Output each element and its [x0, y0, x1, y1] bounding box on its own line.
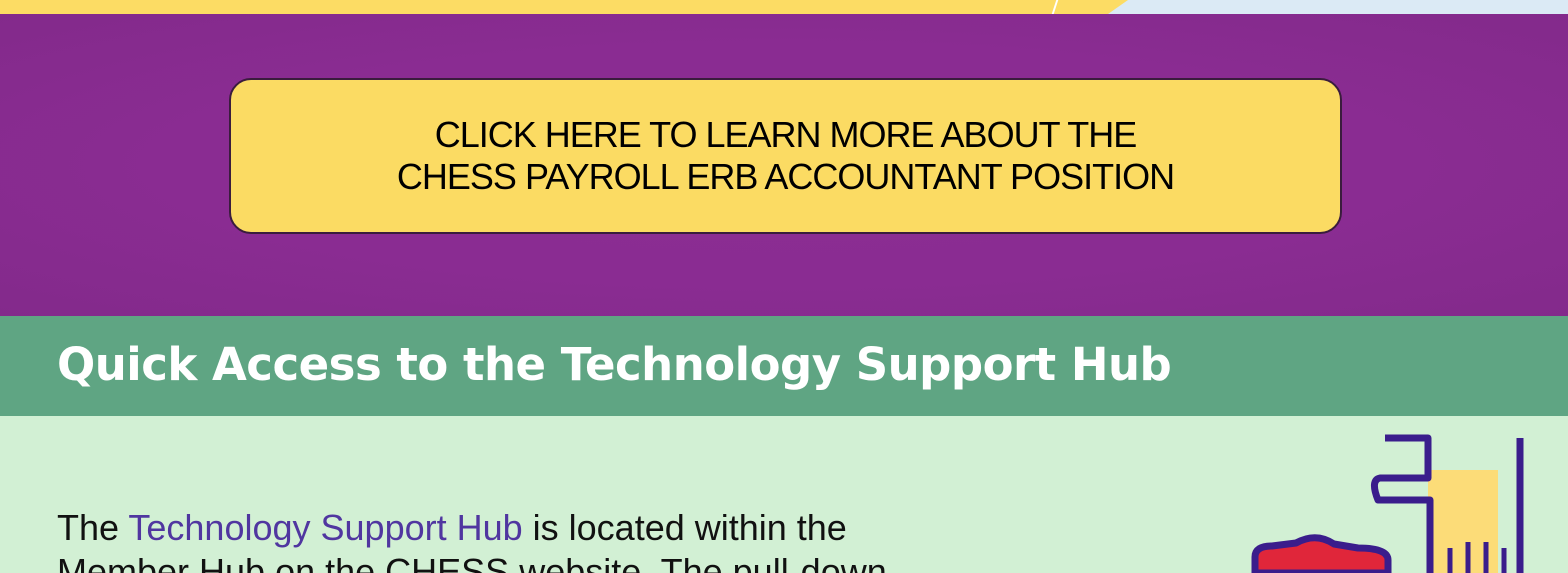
cta-line-1: CLICK HERE TO LEARN MORE ABOUT THE — [434, 114, 1138, 155]
banner-swash — [1045, 0, 1059, 14]
hand-with-shield-icon — [1251, 434, 1524, 573]
top-banner-strip — [0, 0, 1568, 14]
body-text-suffix: is located within the — [522, 507, 847, 548]
body-text-prefix: The — [57, 507, 129, 548]
body-text-line-2: Member Hub on the CHESS website. The pul… — [57, 551, 887, 573]
shield-shape — [1251, 534, 1392, 573]
learn-more-button[interactable]: CLICK HERE TO LEARN MORE ABOUT THE CHESS… — [229, 78, 1342, 234]
cta-line-2: CHESS PAYROLL ERB ACCOUNTANT POSITION — [396, 156, 1175, 197]
section-title: Quick Access to the Technology Support H… — [57, 338, 1172, 391]
banner-corner-shape — [1108, 0, 1568, 14]
body-paragraph: The Technology Support Hub is located wi… — [57, 506, 1057, 573]
technology-support-hub-link[interactable]: Technology Support Hub — [128, 507, 522, 548]
